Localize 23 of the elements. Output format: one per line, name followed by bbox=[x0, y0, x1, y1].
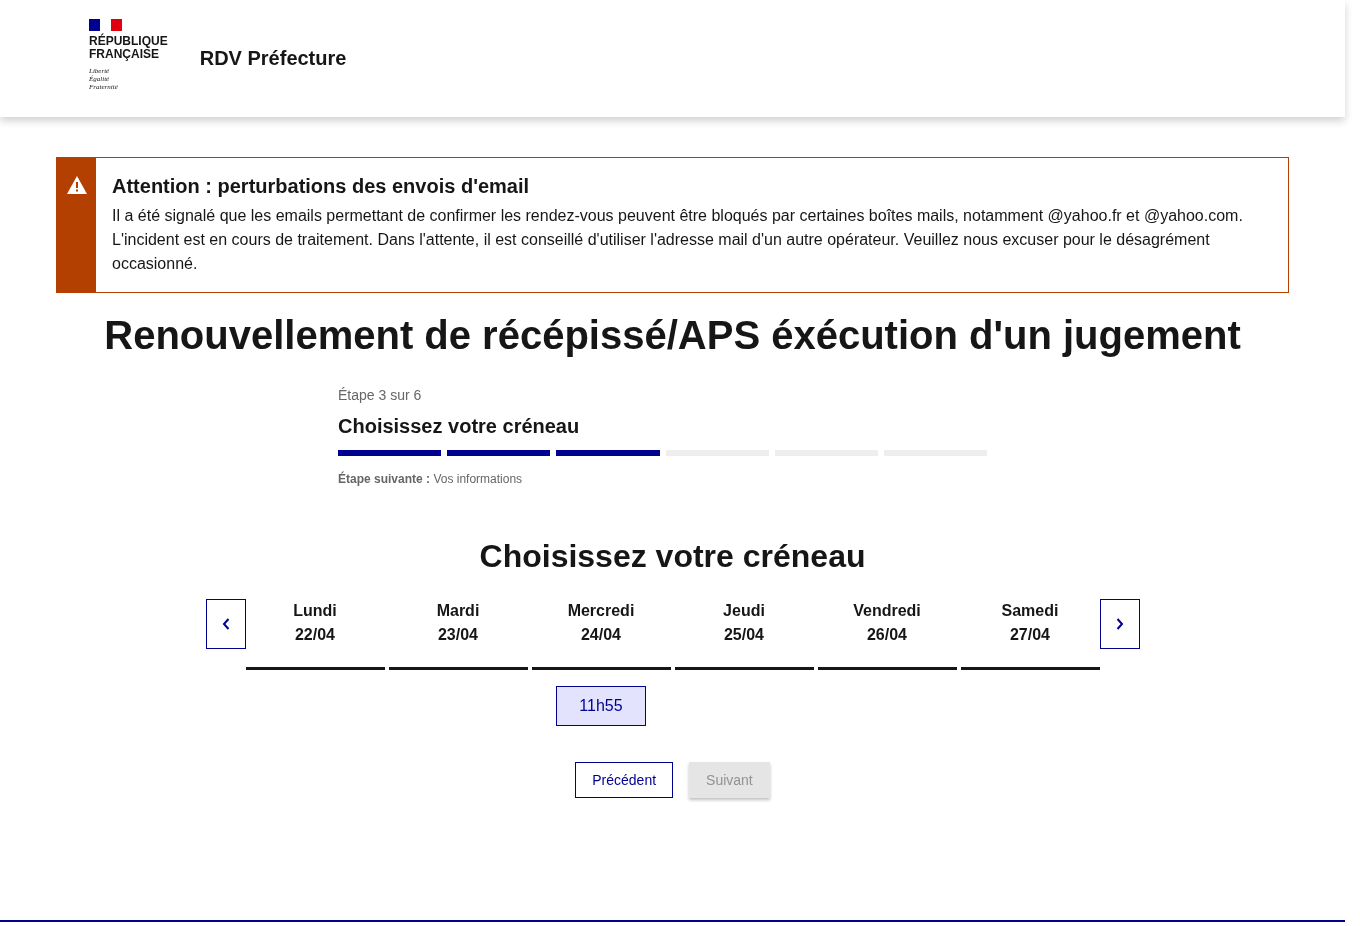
alert-message: Il a été signalé que les emails permettant de confirmer les rendez-vous peuvent être bloqués par certaines boîtes mails, notamment @yahoo.fr et @yahoo.com. L'incident est en cours de traitement. Dans l'attente, il est conseillé d'utiliser l'adresse mail d'un autre opérateur. Veuillez nous excuser pour le désagrément occasionné. bbox=[112, 206, 1244, 274]
day-header: Lundi 22/04 bbox=[245, 599, 385, 670]
service-name[interactable]: RDV Préfecture bbox=[199, 47, 347, 70]
warning-icon bbox=[66, 176, 87, 194]
page-title: Renouvellement de récépissé/APS éxécution d'un jugement bbox=[103, 312, 1242, 359]
next-week-button[interactable] bbox=[1099, 599, 1140, 649]
step-counter: Étape 3 sur 6 bbox=[338, 387, 423, 403]
brand-text: RÉPUBLIQUE bbox=[89, 34, 168, 48]
section-title: Choisissez votre créneau bbox=[478, 538, 867, 575]
brand-text: FRANÇAISE bbox=[89, 47, 159, 61]
chevron-left-icon bbox=[221, 618, 230, 630]
previous-button[interactable]: Précédent bbox=[575, 762, 674, 798]
day-header: Vendredi 26/04 bbox=[817, 599, 957, 670]
alert-title: Attention : perturbations des envois d'email bbox=[112, 175, 531, 198]
flag-icon bbox=[89, 18, 122, 31]
step-title: Choisissez votre créneau bbox=[338, 415, 581, 438]
day-header: Mercredi 24/04 bbox=[531, 599, 671, 670]
day-header: Jeudi 25/04 bbox=[674, 599, 814, 670]
day-header: Mardi 23/04 bbox=[388, 599, 528, 670]
chevron-right-icon bbox=[1115, 618, 1124, 630]
previous-week-button[interactable] bbox=[205, 599, 246, 649]
time-slot-button[interactable]: 11h55 bbox=[556, 686, 646, 726]
next-step-text: Étape suivante : Vos informations bbox=[338, 472, 524, 486]
